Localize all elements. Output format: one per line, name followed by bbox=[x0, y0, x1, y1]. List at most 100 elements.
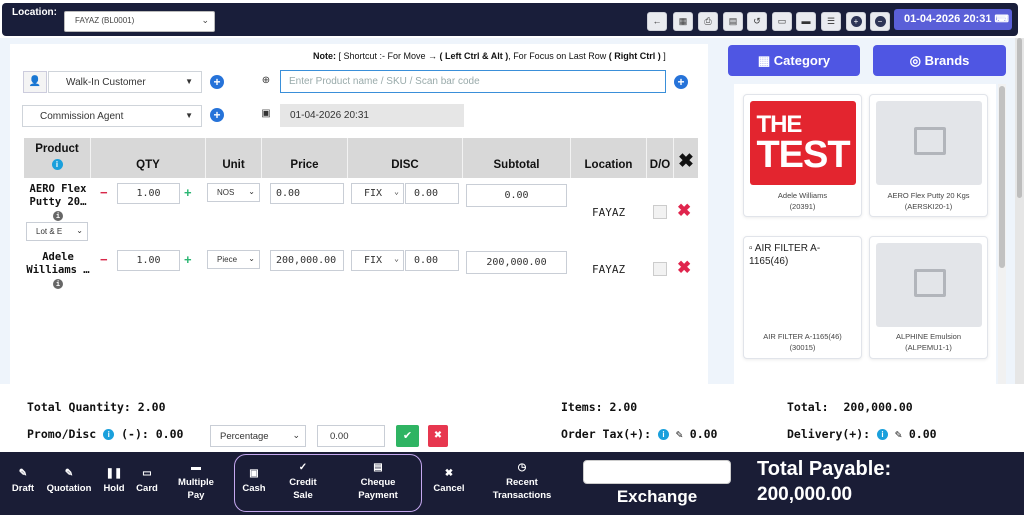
row2-qty-input[interactable]: 1.00 bbox=[117, 250, 180, 271]
credit-sale-button[interactable]: ✓ Credit Sale bbox=[282, 461, 324, 502]
total-quantity: Total Quantity: 2.00 bbox=[27, 400, 166, 414]
add-circle-button[interactable]: + bbox=[846, 12, 866, 31]
undo-icon: ↺ bbox=[753, 16, 761, 26]
add-customer-button[interactable]: + bbox=[210, 75, 224, 89]
row2-disc-type-value: FIX bbox=[364, 255, 383, 266]
row1-qty-input[interactable]: 1.00 bbox=[117, 183, 180, 204]
customer-select-value: Walk-In Customer bbox=[66, 77, 146, 88]
close-icon: ✖ bbox=[433, 430, 443, 441]
row1-subtotal-value: 0.00 bbox=[504, 190, 529, 201]
col-qty: QTY bbox=[91, 138, 206, 178]
row1-do-checkbox[interactable] bbox=[653, 205, 667, 219]
edit-icon[interactable]: ✎ bbox=[895, 427, 902, 441]
row1-lot-select[interactable]: Lot & E ⌄ bbox=[26, 222, 88, 241]
image-icon bbox=[914, 127, 946, 155]
window-button[interactable]: ▭ bbox=[772, 12, 792, 31]
row1-qty-minus[interactable]: − bbox=[100, 185, 108, 200]
row2-subtotal-input[interactable]: 200,000.00 bbox=[466, 251, 567, 274]
discount-type-select[interactable]: Percentage ⌄ bbox=[210, 425, 306, 447]
product-card[interactable]: THE TEST Adele Williams (20391) bbox=[743, 94, 862, 217]
row2-price-input[interactable]: 200,000.00 bbox=[270, 250, 344, 271]
info-icon[interactable]: i bbox=[26, 209, 90, 222]
cheque-icon: ▤ bbox=[373, 462, 383, 473]
row2-qty-plus[interactable]: + bbox=[184, 252, 192, 267]
print-button[interactable]: ⎙ bbox=[698, 12, 718, 31]
info-icon[interactable]: i bbox=[26, 277, 90, 290]
multiple-pay-button[interactable]: ▬ Multiple Pay bbox=[172, 461, 220, 502]
order-tax: Order Tax(+): i ✎ 0.00 bbox=[561, 427, 717, 441]
row1-qty-plus[interactable]: + bbox=[184, 185, 192, 200]
row2-qty-minus[interactable]: − bbox=[100, 252, 108, 267]
chevron-down-icon: ⌄ bbox=[248, 187, 255, 196]
product-search-input[interactable]: Enter Product name / SKU / Scan bar code bbox=[280, 70, 666, 93]
product-card[interactable]: AERO Flex Putty 20 Kgs (AERSKI20-1) bbox=[869, 94, 988, 217]
summary-bar bbox=[0, 384, 1024, 452]
row2-disc-value-input[interactable]: 0.00 bbox=[405, 250, 459, 271]
location-select[interactable]: FAYAZ (BL0001) ⌄ bbox=[64, 11, 215, 32]
row1-unit-select[interactable]: NOS ⌄ bbox=[207, 183, 260, 202]
row1-subtotal-input[interactable]: 0.00 bbox=[466, 184, 567, 207]
product-grid-scrollbar[interactable] bbox=[998, 84, 1006, 384]
add-product-button[interactable]: + bbox=[674, 75, 688, 89]
commission-agent-select[interactable]: Commission Agent ▼ bbox=[22, 105, 202, 127]
row2-location: FAYAZ bbox=[592, 263, 626, 276]
row2-delete-icon[interactable]: ✖ bbox=[677, 258, 691, 278]
info-icon[interactable]: i bbox=[103, 429, 115, 440]
info-icon[interactable]: i bbox=[24, 159, 90, 171]
calculator-button[interactable]: ▦ bbox=[673, 12, 693, 31]
row2-disc-value: 0.00 bbox=[414, 255, 439, 266]
exchange-input[interactable] bbox=[583, 460, 731, 484]
cheque-payment-button[interactable]: ▤ Cheque Payment bbox=[350, 461, 406, 502]
cash-button[interactable]: ▣ Cash bbox=[238, 467, 270, 495]
clear-discount-button[interactable]: ✖ bbox=[428, 425, 448, 447]
page-scrollbar[interactable] bbox=[1015, 38, 1024, 384]
apply-discount-button[interactable]: ✔ bbox=[396, 425, 419, 447]
row1-location: FAYAZ bbox=[592, 206, 626, 219]
clipboard-button[interactable]: ▤ bbox=[723, 12, 743, 31]
discount-value-input[interactable]: 0.00 bbox=[317, 425, 385, 447]
cancel-button[interactable]: ✖ Cancel bbox=[429, 467, 469, 495]
quotation-button[interactable]: ✎ Quotation bbox=[44, 467, 94, 495]
row1-delete-icon[interactable]: ✖ bbox=[677, 201, 691, 221]
row1-price-value: 0.00 bbox=[276, 188, 301, 199]
brands-button[interactable]: ◎ Brands bbox=[873, 45, 1006, 76]
add-agent-button[interactable]: + bbox=[210, 108, 224, 122]
draft-button[interactable]: ✎ Draft bbox=[6, 467, 40, 495]
col-disc: DISC bbox=[348, 138, 463, 178]
customer-select[interactable]: Walk-In Customer ▼ bbox=[48, 71, 202, 93]
close-all-icon[interactable]: ✖ bbox=[674, 150, 698, 173]
row2-disc-type-select[interactable]: FIX ⌄ bbox=[351, 250, 404, 271]
row1-price-input[interactable]: 0.00 bbox=[270, 183, 344, 204]
category-button[interactable]: ▦ Category bbox=[728, 45, 860, 76]
row2-unit-select[interactable]: Piece ⌄ bbox=[207, 250, 260, 269]
hold-button[interactable]: ❚❚ Hold bbox=[100, 467, 128, 495]
product-grid-scroll-thumb[interactable] bbox=[999, 86, 1005, 268]
pause-icon: ❚❚ bbox=[105, 468, 123, 479]
list-button[interactable]: ☰ bbox=[821, 12, 841, 31]
sale-date-field[interactable]: 01-04-2026 20:31 bbox=[280, 104, 464, 127]
back-arrow-button[interactable]: ← bbox=[647, 12, 667, 31]
edit-icon[interactable]: ✎ bbox=[676, 427, 683, 441]
col-product: Product i bbox=[24, 138, 91, 178]
product-card[interactable]: ALPHINE Emulsion (ALPEMU1-1) bbox=[869, 236, 988, 359]
info-icon[interactable]: i bbox=[877, 429, 889, 440]
row1-disc-type-select[interactable]: FIX ⌄ bbox=[351, 183, 404, 204]
plus-icon: + bbox=[213, 108, 221, 122]
note-bold-a: ( Left Ctrl & Alt ) bbox=[439, 51, 509, 61]
undo-button[interactable]: ↺ bbox=[747, 12, 767, 31]
row2-do-checkbox[interactable] bbox=[653, 262, 667, 276]
monitor-button[interactable]: ▬ bbox=[796, 12, 816, 31]
col-location: Location bbox=[571, 138, 647, 178]
items-value: 2.00 bbox=[609, 400, 638, 414]
row1-disc-value-input[interactable]: 0.00 bbox=[405, 183, 459, 204]
scrollbar-thumb[interactable] bbox=[1017, 38, 1022, 198]
card-button[interactable]: ▭ Card bbox=[132, 467, 162, 495]
product-card[interactable]: ▫ AIR FILTER A-1165(46) AIR FILTER A-116… bbox=[743, 236, 862, 359]
remove-circle-button[interactable]: − bbox=[870, 12, 890, 31]
discount-type-value: Percentage bbox=[220, 431, 269, 442]
info-icon[interactable]: i bbox=[657, 429, 669, 440]
col-disc-label: DISC bbox=[391, 159, 419, 171]
product-card-name: AERO Flex Putty 20 Kgs bbox=[887, 191, 970, 200]
recent-transactions-button[interactable]: ◷ Recent Transactions bbox=[486, 461, 558, 502]
datetime-button[interactable]: 01-04-2026 20:31 ⌨ bbox=[894, 9, 1012, 30]
